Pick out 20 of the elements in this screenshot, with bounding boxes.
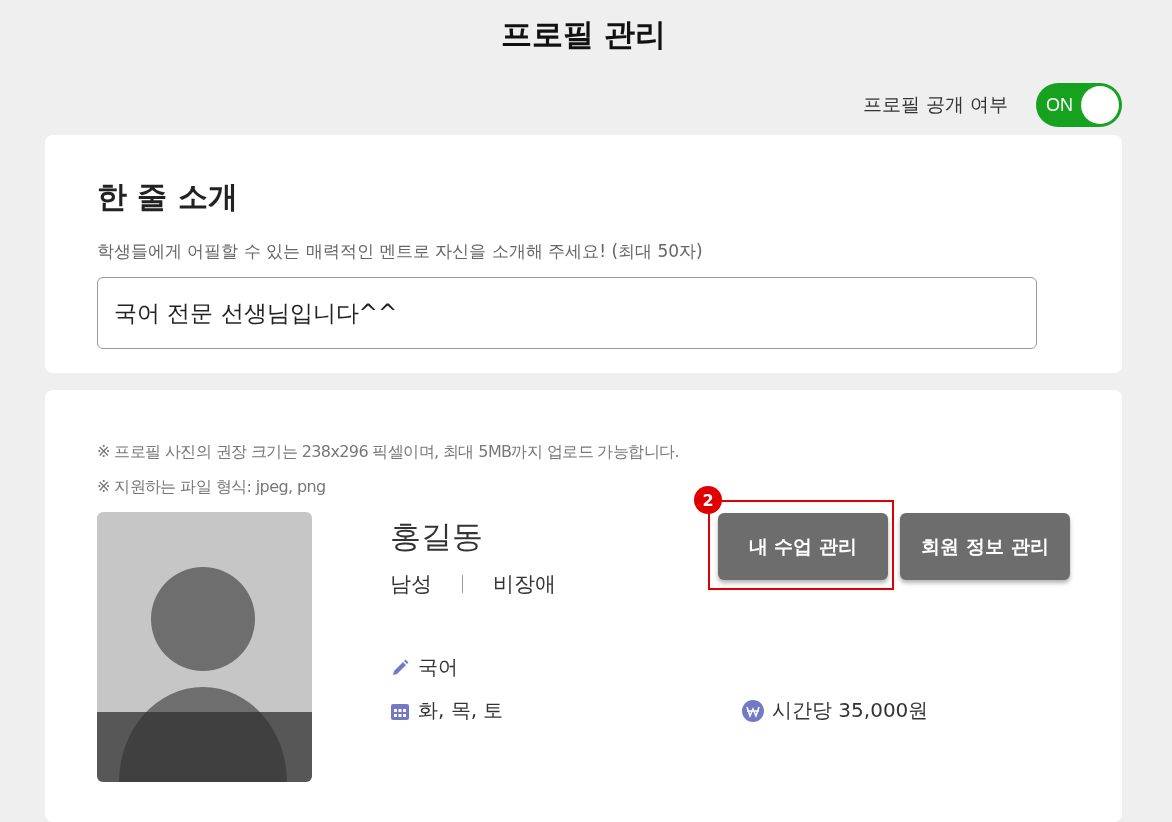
upload-note: ※ 프로필 사진의 권장 크기는 238x296 픽셀이며, 최대 5MB까지 업로드 가능합니다. (97, 442, 679, 463)
intro-hint: 학생들에게 어필할 수 있는 매력적인 멘트로 자신을 소개해 주세요! (최대 50자) (97, 240, 704, 263)
gender-text: 남성 (390, 571, 432, 598)
pencil-icon (390, 657, 410, 678)
won-coin-icon (742, 699, 764, 722)
class-manage-button[interactable]: 내 수업 관리 (718, 513, 888, 580)
teacher-name: 홍길동 (390, 517, 484, 556)
days-text: 화, 목, 토 (418, 697, 504, 724)
avatar-placeholder[interactable] (97, 512, 312, 782)
disability-text: 비장애 (493, 571, 556, 598)
subject-text: 국어 (418, 654, 458, 681)
visibility-toggle[interactable]: ON (1036, 83, 1122, 127)
step-badge: 2 (694, 486, 722, 514)
intro-input-field[interactable]: 국어 전문 선생님입니다^^ (97, 277, 1037, 349)
section-title: 한 줄 소개 (97, 178, 239, 216)
price-text: 시간당 35,000원 (772, 697, 929, 724)
member-info-button[interactable]: 회원 정보 관리 (900, 513, 1070, 580)
visibility-label: 프로필 공개 여부 (862, 92, 1008, 117)
upload-note: ※ 지원하는 파일 형식: jpeg, png (97, 477, 326, 498)
page-title: 프로필 관리 (500, 15, 667, 54)
